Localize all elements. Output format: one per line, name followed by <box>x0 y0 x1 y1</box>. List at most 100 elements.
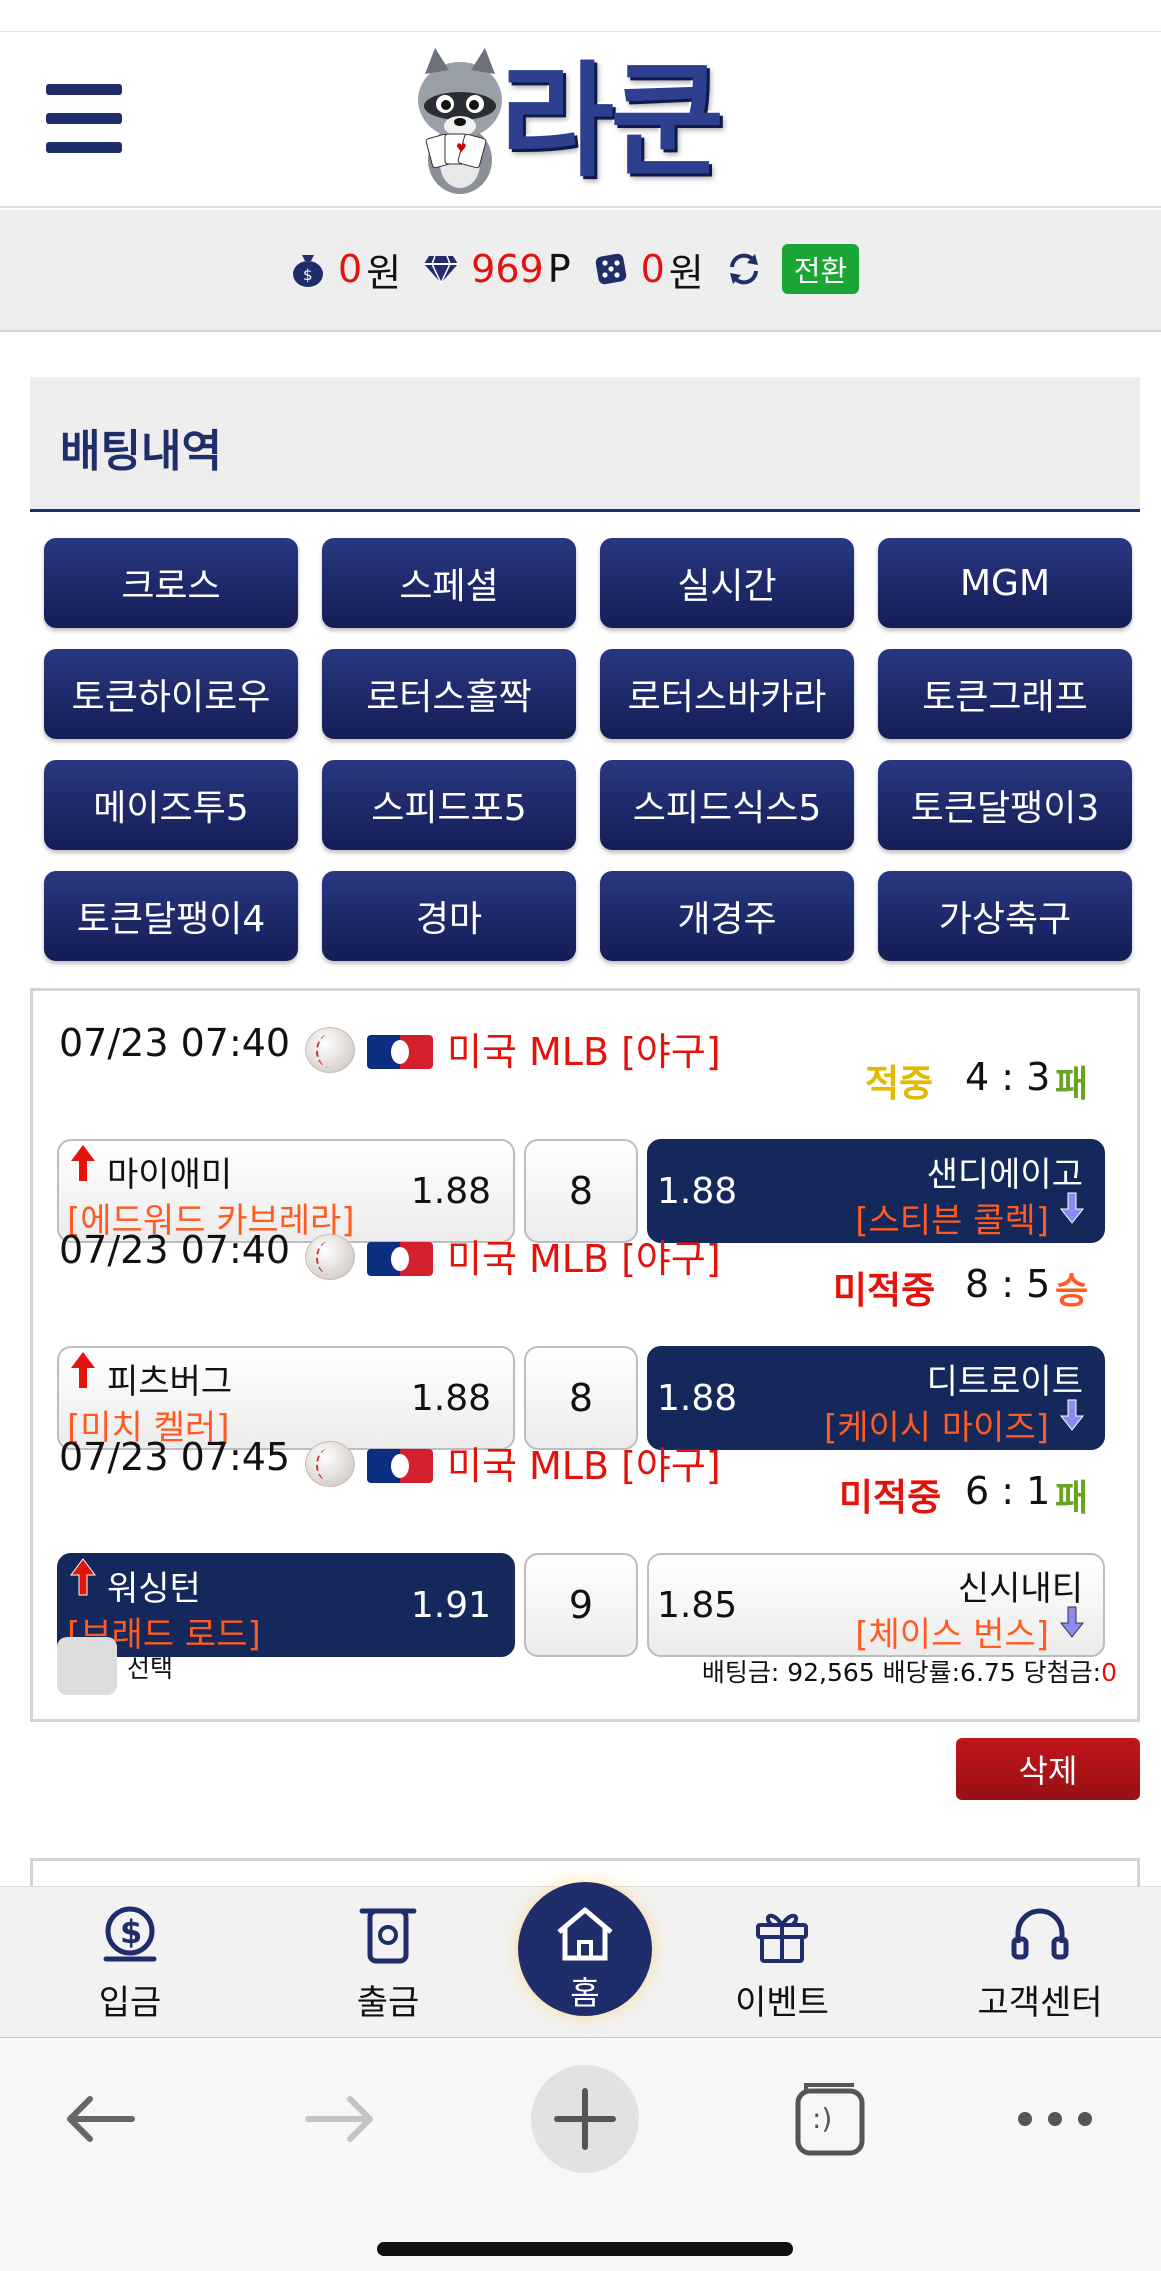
nav-label: 이벤트 <box>735 1983 829 2023</box>
game-button[interactable]: 스피드포5 <box>322 760 576 850</box>
game-type-grid: 크로스 스페셜 실시간 MGM 토큰하이로우 로터스홀짝 로터스바카라 토큰그래… <box>44 538 1132 961</box>
withdraw-icon <box>359 1908 417 1964</box>
home-team-name: 마이애미 <box>107 1155 233 1195</box>
select-checkbox[interactable] <box>57 1637 117 1695</box>
away-team-name: 샌디에이고 <box>926 1155 1083 1195</box>
logo-text: 라쿤 <box>500 50 724 194</box>
casino-amount: 0 <box>640 247 665 291</box>
site-logo[interactable]: ♥ 라쿤 <box>405 40 765 200</box>
baseball-icon <box>305 1027 355 1073</box>
game-button[interactable]: 토큰그래프 <box>878 649 1132 739</box>
match-datetime: 07/23 07:40 <box>59 1021 291 1065</box>
arrow-left-icon <box>67 2096 135 2142</box>
game-button[interactable]: 로터스바카라 <box>600 649 854 739</box>
match-score: 4 : 3 <box>965 1055 1051 1099</box>
arrow-up-icon <box>71 1145 95 1181</box>
match-result: 승 <box>1055 1271 1089 1312</box>
away-odds: 1.88 <box>657 1171 738 1212</box>
game-button[interactable]: 스피드식스5 <box>600 760 854 850</box>
points-unit: P <box>547 247 571 291</box>
svg-text:♥: ♥ <box>456 141 467 155</box>
game-button[interactable]: 로터스홀짝 <box>322 649 576 739</box>
wallet-row: $ 0 원 969 P 0 원 전환 <box>290 242 860 296</box>
select-label: 선택 <box>127 1654 174 1683</box>
arrow-up-icon <box>71 1352 95 1388</box>
away-odds: 1.88 <box>657 1378 738 1419</box>
game-button[interactable]: 크로스 <box>44 538 298 628</box>
game-button[interactable]: MGM <box>878 538 1132 628</box>
arrow-up-icon <box>70 1558 96 1596</box>
match-score: 8 : 5 <box>965 1262 1051 1306</box>
game-button[interactable]: 실시간 <box>600 538 854 628</box>
match-datetime: 07/23 07:40 <box>59 1228 291 1272</box>
nav-label: 고객센터 <box>977 1983 1103 2023</box>
game-button[interactable]: 개경주 <box>600 871 854 961</box>
home-team-name: 피츠버그 <box>107 1362 233 1402</box>
game-button[interactable]: 토큰달팽이4 <box>44 871 298 961</box>
home-odds: 1.88 <box>410 1378 491 1419</box>
plus-icon <box>531 2065 639 2173</box>
game-button[interactable]: 토큰하이로우 <box>44 649 298 739</box>
bet-summary: 배팅금: 92,565 배당률:6.75 당첨금:0 <box>702 1653 1117 1689</box>
new-tab-button[interactable] <box>530 2064 640 2174</box>
bet-slip-card: 07/23 07:40 미국 MLB [야구] 적중 4 : 3 패 마이애미 … <box>30 988 1140 1722</box>
nav-event[interactable]: 이벤트 <box>702 1899 862 2024</box>
arrow-down-icon <box>1059 1399 1085 1431</box>
cash-amount: 0 <box>338 247 363 291</box>
match-datetime: 07/23 07:45 <box>59 1435 291 1479</box>
switch-button[interactable]: 전환 <box>781 244 860 294</box>
arrow-down-icon <box>1059 1192 1085 1224</box>
page-title: 배팅내역 <box>60 426 222 477</box>
refresh-icon[interactable] <box>726 251 762 287</box>
site-header: ♥ 라쿤 <box>0 32 1161 208</box>
tabs-button[interactable]: :) <box>780 2064 880 2174</box>
svg-text:$: $ <box>303 266 313 284</box>
away-pitcher: [케이시 마이즈] <box>823 1408 1049 1448</box>
status-bar-strip <box>0 0 1161 32</box>
nav-home[interactable]: 홈 <box>518 1882 652 2016</box>
arrow-right-icon <box>305 2096 373 2142</box>
menu-icon[interactable] <box>46 84 122 154</box>
home-team-name: 워싱턴 <box>107 1569 201 1609</box>
tabs-glyph: :) <box>812 2102 833 2135</box>
points-amount: 969 <box>471 247 544 291</box>
bet-status: 적중 <box>865 1062 934 1105</box>
money-bag-icon: $ <box>290 251 326 287</box>
section-header: 배팅내역 <box>30 377 1140 512</box>
delete-button[interactable]: 삭제 <box>956 1738 1140 1800</box>
headset-icon <box>1011 1908 1069 1960</box>
more-dots-icon <box>1018 2112 1092 2126</box>
away-team-name: 디트로이트 <box>926 1362 1083 1402</box>
svg-text:$: $ <box>120 1913 142 1951</box>
cash-unit: 원 <box>366 250 402 295</box>
match-score: 6 : 1 <box>965 1469 1051 1513</box>
nav-label: 홈 <box>570 1974 600 2012</box>
away-team-name: 신시내티 <box>957 1569 1083 1609</box>
home-indicator <box>377 2242 793 2256</box>
forward-button[interactable] <box>290 2064 390 2174</box>
away-odds: 1.85 <box>657 1585 738 1626</box>
away-pitcher: [스티븐 콜렉] <box>855 1201 1049 1241</box>
game-button[interactable]: 가상축구 <box>878 871 1132 961</box>
game-button[interactable]: 경마 <box>322 871 576 961</box>
nav-support[interactable]: 고객센터 <box>960 1899 1120 2024</box>
back-button[interactable] <box>50 2064 150 2174</box>
gift-icon <box>756 1913 808 1963</box>
nav-withdraw[interactable]: 출금 <box>308 1899 468 2024</box>
game-button[interactable]: 스페셜 <box>322 538 576 628</box>
deposit-icon: $ <box>103 1906 157 1962</box>
bet-summary-text: 배팅금: 92,565 배당률:6.75 당첨금: <box>701 1658 1102 1687</box>
baseball-icon <box>305 1441 355 1487</box>
home-odds: 1.88 <box>410 1171 491 1212</box>
nav-label: 출금 <box>356 1983 420 2023</box>
nav-deposit[interactable]: $ 입금 <box>50 1899 210 2024</box>
league-name: 미국 MLB [야구] <box>447 1237 721 1281</box>
mlb-logo-icon <box>367 1449 433 1483</box>
raccoon-mascot-icon: ♥ <box>418 48 502 194</box>
match-result: 패 <box>1055 1064 1089 1105</box>
game-button[interactable]: 메이즈투5 <box>44 760 298 850</box>
arrow-down-icon <box>1059 1606 1085 1638</box>
league-name: 미국 MLB [야구] <box>447 1030 721 1074</box>
game-button[interactable]: 토큰달팽이3 <box>878 760 1132 850</box>
more-button[interactable] <box>1000 2064 1110 2174</box>
